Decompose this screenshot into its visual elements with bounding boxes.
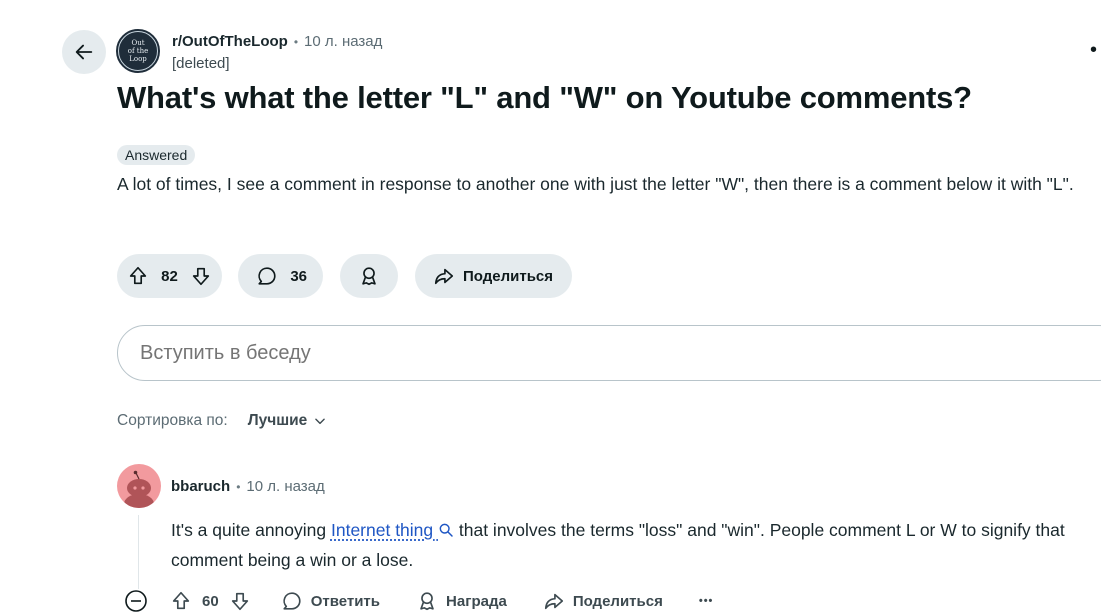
comment-author[interactable]: bbaruch	[171, 478, 230, 495]
post-title: What's what the letter "L" and "W" on Yo…	[117, 80, 972, 115]
share-label: Поделиться	[463, 267, 554, 285]
search-icon	[439, 523, 453, 537]
award-icon	[420, 592, 434, 611]
award-button[interactable]	[340, 254, 398, 298]
sort-label: Сортировка по:	[117, 412, 228, 429]
comment-text: It's a quite annoying Internet thing tha…	[171, 520, 1065, 570]
chevron-down-icon	[315, 418, 326, 425]
meta-separator: •	[293, 34, 299, 49]
thread-line[interactable]	[138, 515, 139, 589]
sort-dropdown[interactable]: Лучшие	[248, 412, 328, 430]
post-vote-group: 82	[117, 254, 222, 298]
share-icon	[544, 593, 563, 610]
arrow-left-icon	[75, 44, 93, 60]
meta-separator: •	[236, 479, 241, 494]
post-time: 10 л. назад	[304, 33, 383, 50]
comment-award-button[interactable]: Награда	[416, 590, 507, 612]
comment-more-options-button[interactable]: •••	[699, 595, 714, 607]
comment-share-button[interactable]: Поделиться	[543, 590, 663, 612]
post-author: [deleted]	[172, 55, 230, 72]
arrow-down-icon	[231, 592, 248, 611]
comment-time: 10 л. назад	[246, 478, 325, 495]
comment-downvote-button[interactable]	[229, 590, 251, 612]
dot-icon: •	[1090, 39, 1098, 61]
search-link[interactable]: Internet thing	[331, 520, 454, 540]
post-meta: r/OutOfTheLoop • 10 л. назад	[172, 33, 382, 50]
sort-value: Лучшие	[247, 412, 308, 429]
comments-button[interactable]: 36	[238, 254, 323, 298]
upvote-button[interactable]	[127, 265, 149, 287]
back-button[interactable]	[62, 30, 106, 74]
comment-count: 36	[290, 267, 307, 285]
share-button[interactable]: Поделиться	[415, 254, 572, 298]
arrow-down-icon	[192, 267, 210, 286]
sort-row: Сортировка по: Лучшие	[117, 412, 327, 430]
arrow-up-icon	[129, 266, 147, 285]
comment-avatar[interactable]	[117, 464, 161, 508]
comment-meta: bbaruch • 10 л. назад	[171, 478, 325, 495]
reply-button[interactable]: Ответить	[281, 590, 380, 612]
post-more-options-button[interactable]: •	[1090, 40, 1097, 60]
award-icon	[362, 267, 376, 286]
comment-bubble-icon	[283, 592, 301, 610]
comment-actions: 60 Ответить Награда Поделиться •••	[124, 589, 713, 613]
comment-bubble-icon	[258, 267, 276, 285]
snoo-avatar-icon	[124, 470, 154, 508]
post-flair[interactable]: Answered	[117, 145, 196, 165]
arrow-up-icon	[172, 591, 190, 610]
downvote-button[interactable]	[190, 265, 212, 287]
more-dots-icon: •••	[698, 595, 714, 607]
join-conversation-input[interactable]	[117, 325, 1101, 381]
comment-upvote-button[interactable]	[170, 590, 192, 612]
collapse-thread-button[interactable]	[124, 589, 148, 613]
subreddit-avatar[interactable]: Out of the Loop	[116, 29, 160, 73]
post-body: A lot of times, I see a comment in respo…	[117, 174, 1074, 194]
share-icon	[434, 268, 454, 285]
subreddit-link[interactable]: r/OutOfTheLoop	[172, 33, 288, 50]
vote-count: 82	[161, 267, 178, 285]
minus-circle-icon	[125, 590, 147, 612]
